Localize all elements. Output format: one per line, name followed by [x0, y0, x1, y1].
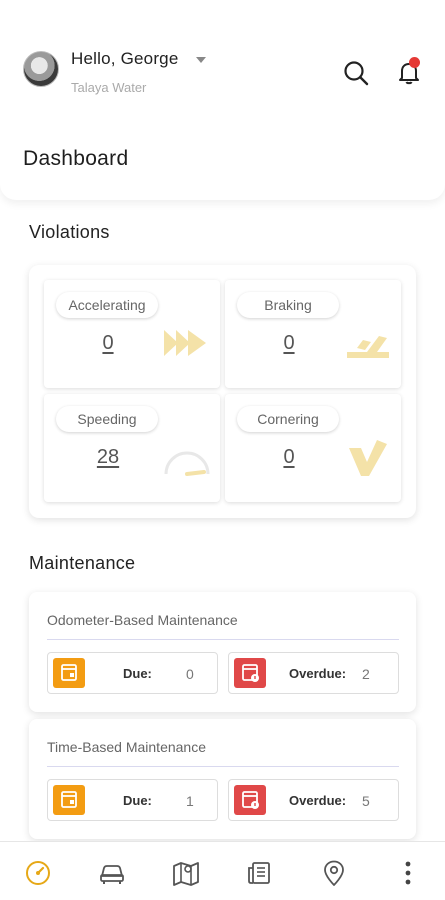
- due-label: Due:: [123, 793, 152, 808]
- violation-label: Braking: [237, 292, 339, 318]
- vehicle-icon: [100, 865, 124, 884]
- notification-badge: [409, 57, 420, 68]
- map-icon: [173, 862, 199, 886]
- user-greeting[interactable]: Hello, George: [71, 49, 179, 69]
- nav-locations[interactable]: [319, 858, 349, 888]
- page-title: Dashboard: [23, 147, 129, 170]
- maintenance-card-title: Odometer-Based Maintenance: [47, 612, 238, 628]
- search-button[interactable]: [342, 59, 370, 87]
- due-summary[interactable]: Due: 1: [47, 779, 218, 821]
- nav-more[interactable]: [393, 858, 423, 888]
- cornering-icon: [349, 440, 387, 476]
- violation-count[interactable]: 0: [44, 332, 172, 355]
- violation-count[interactable]: 0: [225, 332, 353, 355]
- divider: [47, 639, 399, 640]
- company-name: Talaya Water: [71, 80, 147, 95]
- maintenance-card-odometer: Odometer-Based Maintenance Due: 0 Overdu…: [29, 592, 416, 712]
- overdue-value: 5: [362, 793, 370, 809]
- violation-label: Speeding: [56, 406, 158, 432]
- report-icon: [248, 862, 270, 884]
- violation-tile-accelerating[interactable]: Accelerating 0: [44, 280, 220, 388]
- divider: [47, 766, 399, 767]
- due-value: 1: [186, 793, 194, 809]
- avatar[interactable]: [23, 51, 59, 87]
- search-icon: [344, 61, 369, 86]
- location-pin-icon: [324, 860, 344, 886]
- fast-forward-icon: [164, 330, 206, 356]
- maintenance-heading: Maintenance: [29, 553, 136, 573]
- due-summary[interactable]: Due: 0: [47, 652, 218, 694]
- bottom-nav: [0, 841, 445, 900]
- overdue-label: Overdue:: [289, 666, 347, 681]
- violations-heading: Violations: [29, 222, 110, 242]
- more-icon: [405, 861, 411, 885]
- maintenance-card-time: Time-Based Maintenance Due: 1 Overdue: 5: [29, 719, 416, 839]
- calendar-icon: [53, 785, 85, 815]
- due-value: 0: [186, 666, 194, 682]
- maintenance-card-title: Time-Based Maintenance: [47, 739, 207, 755]
- overdue-summary[interactable]: Overdue: 5: [228, 779, 399, 821]
- calendar-alert-icon: [234, 658, 266, 688]
- violation-count[interactable]: 0: [225, 446, 353, 469]
- overdue-label: Overdue:: [289, 793, 347, 808]
- nav-map[interactable]: [171, 858, 201, 888]
- header: Hello, George Talaya Water Dashboard: [0, 0, 445, 200]
- violation-tile-speeding[interactable]: Speeding 28: [44, 394, 220, 502]
- violations-card: Accelerating 0 Braking 0 Speeding 28 Cor…: [29, 265, 416, 518]
- violation-tile-cornering[interactable]: Cornering 0: [225, 394, 401, 502]
- overdue-value: 2: [362, 666, 370, 682]
- speedometer-icon: [164, 451, 210, 476]
- nav-reports[interactable]: [245, 858, 275, 888]
- due-label: Due:: [123, 666, 152, 681]
- calendar-icon: [53, 658, 85, 688]
- chevron-down-icon[interactable]: [196, 57, 206, 63]
- violation-label: Cornering: [237, 406, 339, 432]
- violation-tile-braking[interactable]: Braking 0: [225, 280, 401, 388]
- overdue-summary[interactable]: Overdue: 2: [228, 652, 399, 694]
- nav-vehicles[interactable]: [97, 858, 127, 888]
- violation-label: Accelerating: [56, 292, 158, 318]
- braking-icon: [347, 336, 389, 358]
- violation-count[interactable]: 28: [44, 446, 172, 469]
- calendar-alert-icon: [234, 785, 266, 815]
- nav-dashboard[interactable]: [23, 858, 53, 888]
- dashboard-icon: [26, 861, 50, 885]
